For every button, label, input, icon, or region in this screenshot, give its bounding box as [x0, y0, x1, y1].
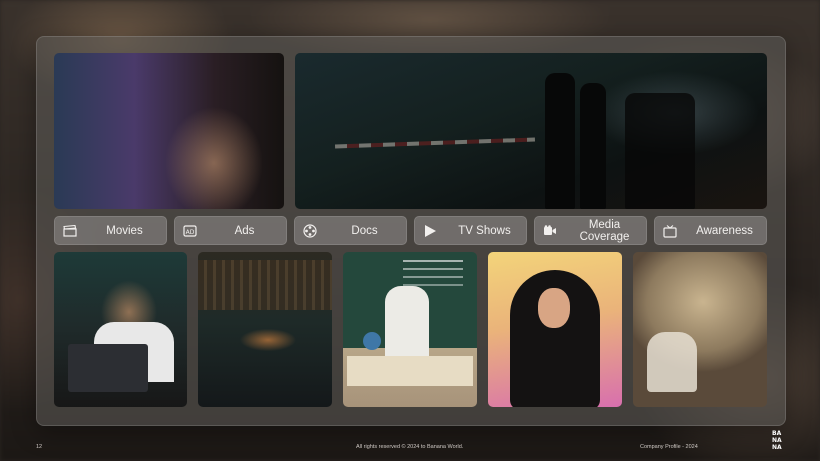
- tv-still-classroom[interactable]: [343, 252, 477, 407]
- banana-logo: BA NA NA: [772, 429, 784, 450]
- document-title: Company Profile - 2024: [640, 444, 698, 450]
- police-tape: [334, 137, 536, 149]
- category-media-coverage-button[interactable]: Media Coverage: [534, 216, 647, 245]
- category-movies-button[interactable]: Movies: [54, 216, 167, 245]
- page-number: 12: [36, 444, 43, 450]
- svg-text:BA: BA: [772, 430, 782, 437]
- chalkboard-writing: [403, 260, 463, 262]
- category-label: Docs: [351, 224, 378, 237]
- copyright-text: All rights reserved © 2024 to Banana Wor…: [356, 444, 464, 450]
- ad-still-man-on-phone[interactable]: [54, 252, 187, 407]
- svg-text:AD: AD: [186, 229, 195, 236]
- silhouette-figure: [580, 83, 606, 209]
- movie-still-man-seated[interactable]: [54, 53, 284, 209]
- category-tv-shows-button[interactable]: TV Shows: [414, 216, 527, 245]
- doc-still-library-meeting[interactable]: [198, 252, 332, 407]
- play-icon: [423, 224, 437, 238]
- category-label: TV Shows: [458, 224, 511, 237]
- category-label: Awareness: [696, 224, 753, 237]
- category-awareness-button[interactable]: Awareness: [654, 216, 767, 245]
- category-label: Ads: [234, 224, 255, 237]
- desk-shape: [347, 356, 473, 386]
- silhouette-figure: [625, 93, 695, 209]
- category-label: Media Coverage: [579, 218, 630, 243]
- ad-icon: AD: [183, 224, 197, 238]
- figure-face: [538, 288, 570, 328]
- silhouette-figure: [545, 73, 575, 209]
- svg-text:NA: NA: [772, 437, 782, 444]
- movie-still-silhouettes[interactable]: [295, 53, 767, 209]
- category-ads-button[interactable]: AD Ads: [174, 216, 287, 245]
- tv-icon: [663, 224, 677, 238]
- teacher-figure: [385, 286, 429, 358]
- figure-child: [647, 332, 697, 392]
- media-still-woman-speaking[interactable]: [488, 252, 622, 407]
- laptop-shape: [68, 344, 148, 392]
- camera-icon: [543, 224, 557, 238]
- category-label: Movies: [106, 224, 143, 237]
- svg-text:NA: NA: [772, 444, 782, 450]
- category-docs-button[interactable]: Docs: [294, 216, 407, 245]
- globe-shape: [363, 332, 381, 350]
- bookshelf-shape: [198, 260, 332, 310]
- clapperboard-icon: [63, 224, 77, 238]
- film-reel-icon: [303, 224, 317, 238]
- awareness-still-market[interactable]: [633, 252, 767, 407]
